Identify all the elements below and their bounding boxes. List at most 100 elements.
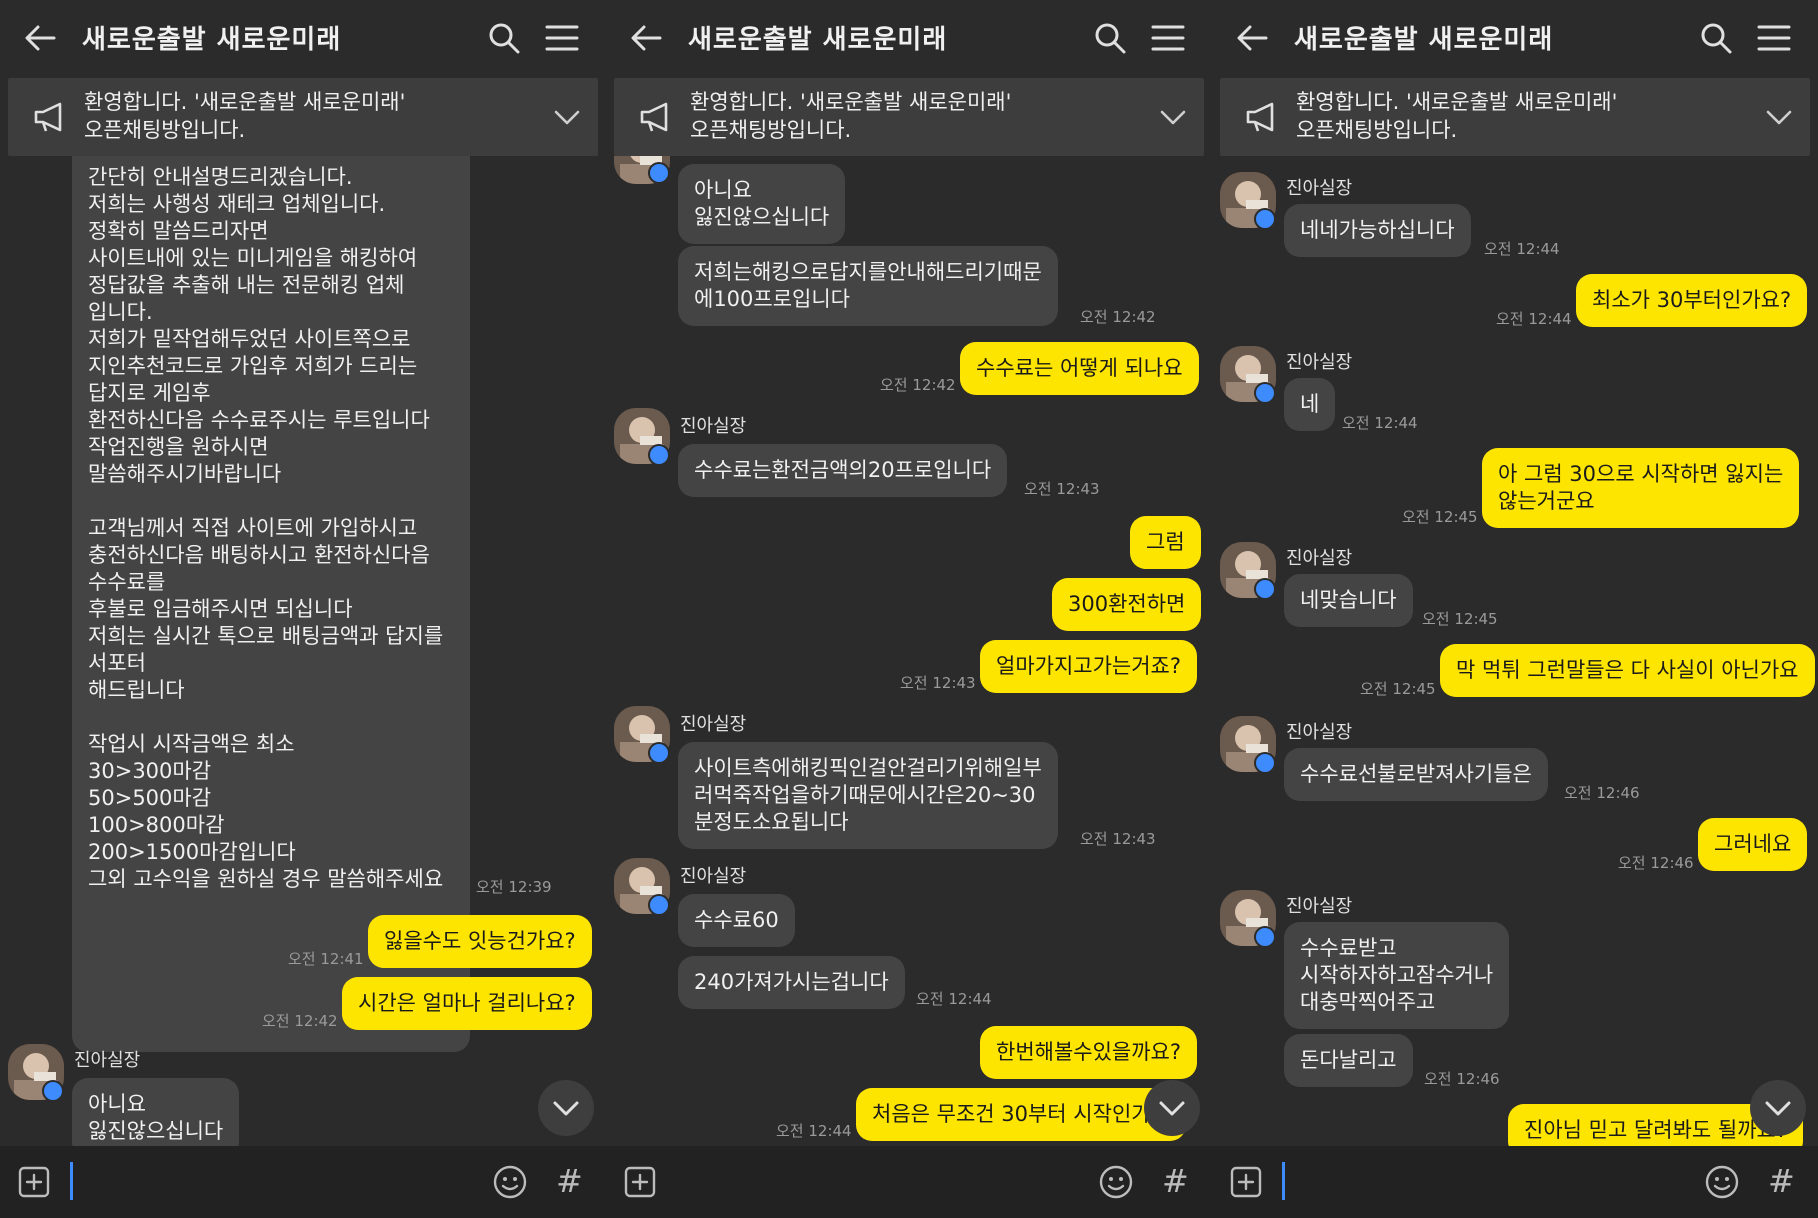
sender-name: 진아실장: [1286, 722, 1353, 743]
crown-badge-icon: [1254, 578, 1276, 600]
text-cursor[interactable]: [1282, 1162, 1285, 1200]
crown-badge-icon: [1254, 926, 1276, 948]
message-bubble-incoming: 수수료선불로받져사기들은: [1284, 748, 1548, 801]
hashtag-icon[interactable]: #: [1162, 1162, 1189, 1200]
message-bubble-outgoing: 처음은 무조건 30부터 시작인가요: [856, 1088, 1186, 1141]
message-bubble-incoming: 아니요 잃진않으십니다: [678, 164, 846, 244]
chevron-down-icon[interactable]: [1158, 104, 1188, 130]
message-time: 오전 12:46: [1618, 854, 1694, 872]
sender-name: 진아실장: [74, 1050, 141, 1071]
message-list: 간단히 안내설명드리겠습니다. 저희는 사행성 재테크 업체입니다. 정확히 말…: [0, 156, 606, 1146]
message-bubble-outgoing: 잃을수도 잇능건가요?: [368, 915, 592, 968]
sender-name: 진아실장: [1286, 896, 1353, 917]
sender-name: 진아실장: [680, 714, 747, 735]
input-bar: #: [1212, 1146, 1818, 1218]
chat-panel-1: 새로운출발 새로운미래 환영합니다. '새로운출발 새로운미래' 오픈채팅방입니…: [0, 0, 606, 1218]
message-bubble-outgoing: 시간은 얼마나 걸리나요?: [342, 977, 592, 1030]
input-bar: #: [606, 1146, 1212, 1218]
scroll-down-button[interactable]: [1750, 1080, 1806, 1136]
text-cursor[interactable]: [70, 1162, 73, 1200]
message-bubble-incoming: 네: [1284, 378, 1336, 431]
chevron-down-icon[interactable]: [1764, 104, 1794, 130]
scroll-down-button[interactable]: [538, 1080, 594, 1136]
megaphone-icon: [34, 102, 62, 132]
chevron-down-icon: [1159, 1101, 1185, 1116]
crown-badge-icon: [1254, 382, 1276, 404]
sender-name: 진아실장: [1286, 178, 1353, 199]
message-time: 오전 12:45: [1402, 508, 1478, 526]
sender-name: 진아실장: [680, 416, 747, 437]
chevron-down-icon: [1765, 1101, 1791, 1116]
message-bubble-incoming: 수수료받고 시작하자하고잠수거나 대충막찍어주고: [1284, 922, 1510, 1029]
message-bubble-outgoing: 한번해볼수있을까요?: [980, 1026, 1198, 1079]
crown-badge-icon: [648, 742, 670, 764]
message-time: 오전 12:43: [1024, 480, 1100, 498]
message-bubble-outgoing: 아 그럼 30으로 시작하면 잃지는 않는거군요: [1482, 448, 1800, 528]
hashtag-icon[interactable]: #: [1768, 1162, 1795, 1200]
hashtag-icon[interactable]: #: [556, 1162, 583, 1200]
search-icon[interactable]: [1092, 20, 1128, 56]
crown-badge-icon: [648, 894, 670, 916]
plus-box-icon[interactable]: [18, 1166, 50, 1198]
message-bubble-incoming: 사이트측에해킹픽인걸안걸리기위해일부 러먹죽작업을하기때문에시간은20~30 분…: [678, 742, 1058, 849]
message-bubble-outgoing: 막 먹튀 그런말들은 다 사실이 아닌가요: [1440, 644, 1815, 697]
hamburger-menu-icon[interactable]: [1756, 22, 1792, 54]
emoji-icon[interactable]: [492, 1164, 528, 1200]
message-time: 오전 12:46: [1564, 784, 1640, 802]
message-list: 아니요 잃진않으십니다 저희는해킹으로답지를안내해드리기때문 에100프로입니다…: [606, 156, 1212, 1146]
message-time: 오전 12:45: [1422, 610, 1498, 628]
search-icon[interactable]: [486, 20, 522, 56]
message-bubble-outgoing: 수수료는 어떻게 되나요: [960, 342, 1199, 395]
chat-header: 새로운출발 새로운미래: [606, 0, 1212, 76]
back-arrow-icon[interactable]: [1234, 22, 1270, 54]
chat-title: 새로운출발 새로운미래: [82, 25, 342, 55]
emoji-icon[interactable]: [1704, 1164, 1740, 1200]
notice-banner[interactable]: 환영합니다. '새로운출발 새로운미래' 오픈채팅방입니다.: [8, 78, 598, 156]
message-bubble-incoming: 아니요 잃진않으십니다: [72, 1078, 240, 1146]
scroll-down-button[interactable]: [1144, 1080, 1200, 1136]
message-bubble-incoming: 240가져가시는겁니다: [678, 956, 905, 1009]
back-arrow-icon[interactable]: [22, 22, 58, 54]
chat-header: 새로운출발 새로운미래: [0, 0, 606, 76]
message-time: 오전 12:46: [1424, 1070, 1500, 1088]
sender-name: 진아실장: [1286, 548, 1353, 569]
plus-box-icon[interactable]: [1230, 1166, 1262, 1198]
message-bubble-incoming: 저희는해킹으로답지를안내해드리기때문 에100프로입니다: [678, 246, 1058, 326]
message-time: 오전 12:43: [900, 674, 976, 692]
chat-panel-3: 새로운출발 새로운미래 환영합니다. '새로운출발 새로운미래' 오픈채팅방입니…: [1212, 0, 1818, 1218]
message-bubble-outgoing: 그러네요: [1698, 818, 1808, 871]
message-time: 오전 12:43: [1080, 830, 1156, 848]
hamburger-menu-icon[interactable]: [544, 22, 580, 54]
message-list: 진아실장 네네가능하십니다 오전 12:44 최소가 30부터인가요? 오전 1…: [1212, 156, 1818, 1146]
screenshot-collage: 새로운출발 새로운미래 환영합니다. '새로운출발 새로운미래' 오픈채팅방입니…: [0, 0, 1818, 1218]
message-bubble-outgoing: 300환전하면: [1052, 578, 1202, 631]
input-bar: #: [0, 1146, 606, 1218]
message-bubble-incoming: 수수료60: [678, 894, 795, 947]
notice-text: 환영합니다. '새로운출발 새로운미래' 오픈채팅방입니다.: [1296, 90, 1618, 142]
message-time: 오전 12:44: [776, 1122, 852, 1140]
emoji-icon[interactable]: [1098, 1164, 1134, 1200]
plus-box-icon[interactable]: [624, 1166, 656, 1198]
chat-title: 새로운출발 새로운미래: [1294, 25, 1554, 55]
hamburger-menu-icon[interactable]: [1150, 22, 1186, 54]
message-time: 오전 12:42: [262, 1012, 338, 1030]
crown-badge-icon: [648, 444, 670, 466]
back-arrow-icon[interactable]: [628, 22, 664, 54]
crown-badge-icon: [648, 162, 670, 184]
search-icon[interactable]: [1698, 20, 1734, 56]
message-bubble-incoming: 돈다날리고: [1284, 1034, 1413, 1087]
message-time: 오전 12:39: [476, 878, 552, 896]
crown-badge-icon: [42, 1080, 64, 1102]
message-time: 오전 12:41: [288, 950, 364, 968]
notice-banner[interactable]: 환영합니다. '새로운출발 새로운미래' 오픈채팅방입니다.: [1220, 78, 1810, 156]
crown-badge-icon: [1254, 208, 1276, 230]
notice-banner[interactable]: 환영합니다. '새로운출발 새로운미래' 오픈채팅방입니다.: [614, 78, 1204, 156]
chevron-down-icon: [553, 1101, 579, 1116]
megaphone-icon: [1246, 102, 1274, 132]
message-bubble-incoming: 네네가능하십니다: [1284, 204, 1471, 257]
sender-name: 진아실장: [1286, 352, 1353, 373]
message-bubble-incoming: 네맞습니다: [1284, 574, 1413, 627]
notice-text: 환영합니다. '새로운출발 새로운미래' 오픈채팅방입니다.: [690, 90, 1012, 142]
chevron-down-icon[interactable]: [552, 104, 582, 130]
megaphone-icon: [640, 102, 668, 132]
